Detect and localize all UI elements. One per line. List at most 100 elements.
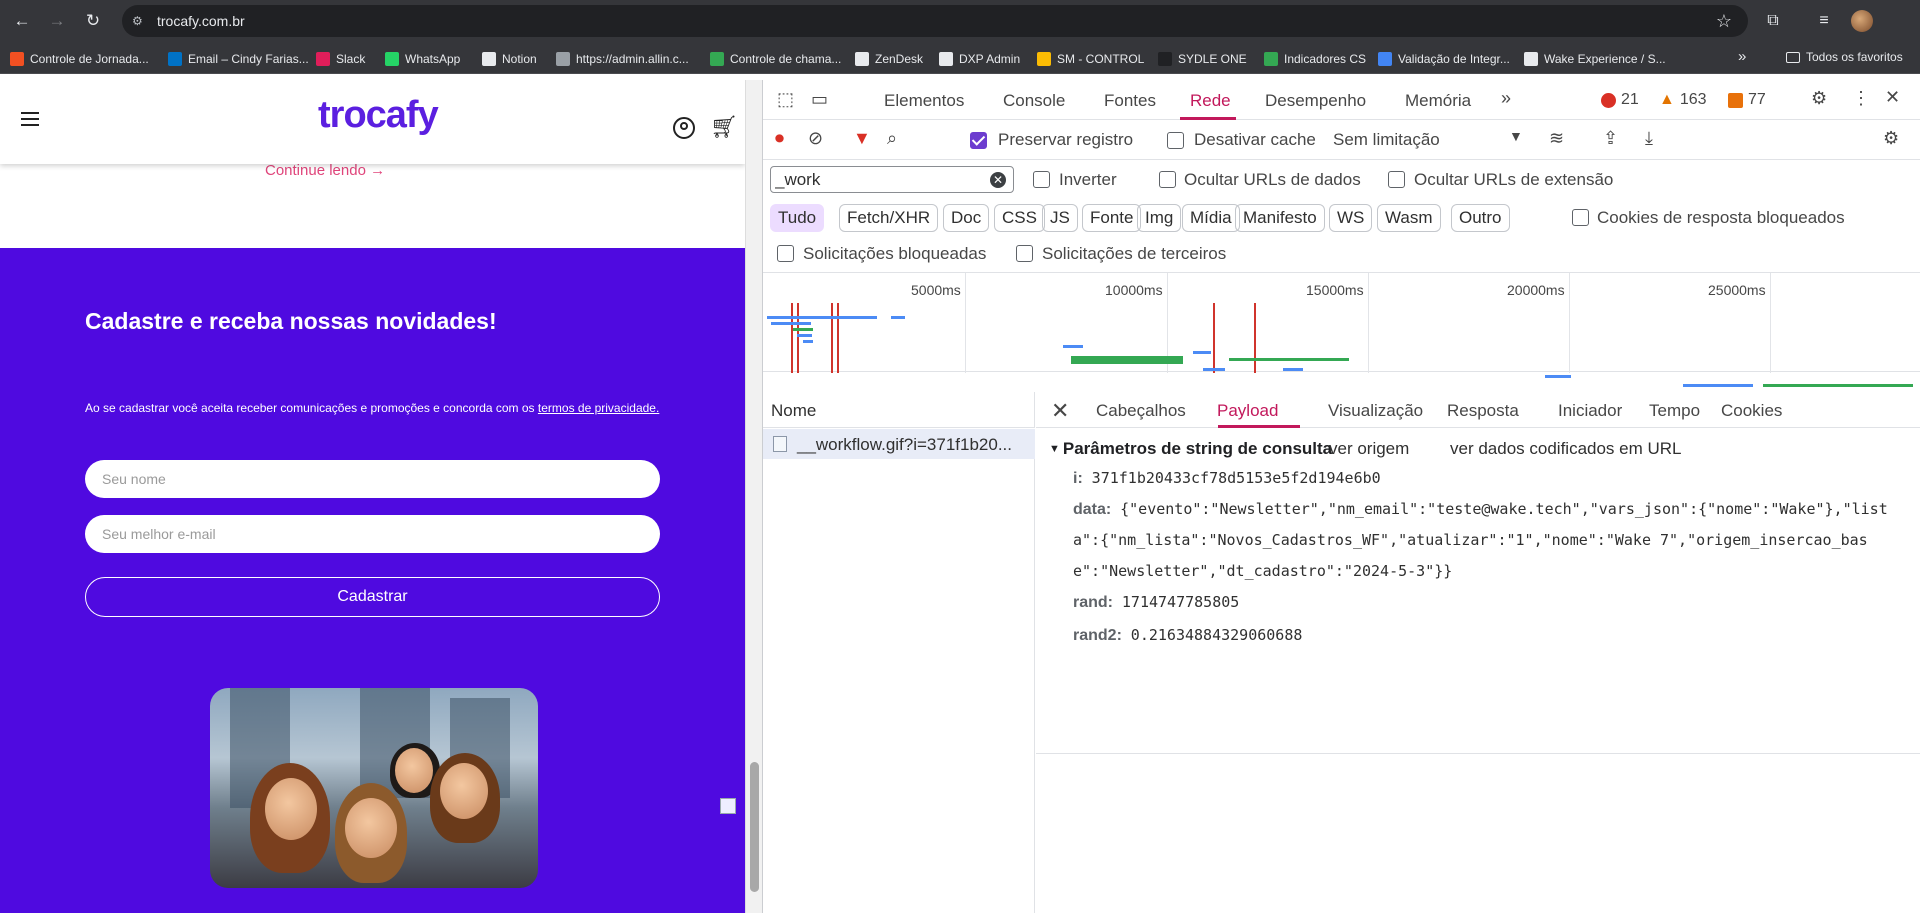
devtools-tab-desempenho[interactable]: Desempenho — [1265, 91, 1366, 111]
import-har-icon[interactable]: ⇪ — [1603, 128, 1618, 149]
bookmark-favicon-icon — [1158, 52, 1172, 66]
more-tabs-icon[interactable]: » — [1501, 88, 1511, 109]
bookmark-item[interactable]: WhatsApp — [385, 50, 460, 68]
errors-count[interactable]: 21 — [1601, 91, 1639, 109]
type-filter-chip[interactable]: Tudo — [770, 204, 825, 232]
detail-tab[interactable]: Resposta — [1447, 401, 1519, 421]
back-icon[interactable]: ← — [12, 11, 32, 31]
type-filter-chip[interactable]: Fetch/XHR — [839, 204, 939, 232]
site-logo[interactable]: trocafy — [318, 94, 439, 137]
bookmarks-overflow-icon[interactable]: » — [1738, 48, 1746, 65]
newsletter-disclaimer: Ao se cadastrar você aceita receber comu… — [85, 401, 659, 415]
type-filter-chip[interactable]: Wasm — [1377, 204, 1441, 232]
type-filter-chip[interactable]: CSS — [994, 204, 1045, 232]
preserve-log-checkbox[interactable] — [970, 132, 987, 149]
site-info-icon[interactable]: ⚙ — [132, 13, 148, 29]
forward-icon[interactable]: → — [47, 11, 67, 31]
hamburger-menu-icon[interactable] — [21, 112, 39, 126]
address-bar[interactable]: ⚙ trocafy.com.br ☆ — [122, 5, 1748, 37]
bookmark-item[interactable]: SM - CONTROL — [1037, 50, 1144, 68]
name-input[interactable] — [85, 460, 660, 498]
param-value: 371f1b20433cf78d5153e5f2d194e6b0 — [1091, 469, 1381, 487]
type-filter-chip[interactable]: Img — [1137, 204, 1182, 232]
bookmark-item[interactable]: Validação de Integr... — [1378, 50, 1510, 68]
disable-cache-checkbox[interactable] — [1167, 132, 1184, 149]
profile-avatar[interactable] — [1851, 10, 1873, 32]
throttling-select[interactable]: Sem limitação — [1333, 130, 1440, 150]
continue-reading-link[interactable]: Continue lendo → — [265, 162, 385, 179]
type-filter-chip[interactable]: Doc — [943, 204, 990, 232]
type-filter-chip[interactable]: Mídia — [1182, 204, 1240, 232]
settings-gear-icon[interactable]: ⚙ — [1811, 88, 1827, 109]
device-toolbar-icon[interactable]: ▭ — [811, 89, 828, 110]
type-filter-chip[interactable]: WS — [1329, 204, 1373, 232]
more-options-icon[interactable]: ⋮ — [1852, 88, 1870, 109]
filter-funnel-icon[interactable]: ▼ — [853, 128, 871, 149]
blocked-requests-checkbox[interactable] — [777, 245, 794, 262]
filter-input[interactable] — [770, 166, 1014, 193]
site-scrollbar[interactable] — [745, 80, 762, 913]
site-scrollbar-thumb[interactable] — [750, 762, 759, 892]
email-input[interactable] — [85, 515, 660, 553]
clear-filter-icon[interactable]: ✕ — [990, 172, 1006, 188]
extensions-icon[interactable]: ⧉ — [1762, 10, 1784, 32]
network-conditions-icon[interactable]: ≋ — [1549, 128, 1564, 149]
network-overview-timeline[interactable]: 5000ms 10000ms 15000ms 20000ms 25000ms — [763, 272, 1920, 387]
bookmark-item[interactable]: Slack — [316, 50, 365, 68]
bookmark-item[interactable]: Controle de Jornada... — [10, 50, 149, 68]
devtools-tab-elementos[interactable]: Elementos — [884, 91, 964, 111]
type-filter-chip[interactable]: Manifesto — [1235, 204, 1325, 232]
export-har-icon[interactable]: ⤓ — [1645, 128, 1653, 149]
devtools-tab-memória[interactable]: Memória — [1405, 91, 1471, 111]
bookmark-item[interactable]: Controle de chama... — [710, 50, 841, 68]
request-list-header[interactable]: Nome — [763, 392, 1035, 428]
query-params-heading[interactable]: Parâmetros de string de consulta — [1049, 439, 1332, 459]
subscribe-button[interactable]: Cadastrar — [85, 577, 660, 617]
record-stop-icon[interactable]: ⏺ — [775, 128, 784, 149]
request-row[interactable]: __workflow.gif?i=371f1b20... — [763, 429, 1035, 459]
type-filter-chip[interactable]: Fonte — [1082, 204, 1142, 232]
type-filter-chip[interactable]: JS — [1042, 204, 1078, 232]
detail-tab[interactable]: Tempo — [1649, 401, 1700, 421]
reload-icon[interactable]: ↻ — [83, 11, 103, 31]
devtools-tab-console[interactable]: Console — [1003, 91, 1065, 111]
blocked-cookies-checkbox[interactable] — [1572, 209, 1589, 226]
view-source-link[interactable]: ver origem — [1329, 439, 1409, 459]
bookmark-item[interactable]: Email – Cindy Farias... — [168, 50, 309, 68]
bookmark-item[interactable]: ZenDesk — [855, 50, 923, 68]
bookmark-item[interactable]: SYDLE ONE — [1158, 50, 1247, 68]
detail-tab[interactable]: Visualização — [1328, 401, 1423, 421]
detail-tab[interactable]: Iniciador — [1558, 401, 1622, 421]
devtools-tab-rede[interactable]: Rede — [1190, 91, 1231, 111]
search-icon[interactable]: ⌕ — [887, 128, 897, 149]
detail-tab[interactable]: Cookies — [1721, 401, 1782, 421]
bookmark-star-icon[interactable]: ☆ — [1716, 11, 1732, 32]
bookmark-item[interactable]: Indicadores CS — [1264, 50, 1366, 68]
third-party-checkbox[interactable] — [1016, 245, 1033, 262]
close-detail-icon[interactable]: ✕ — [1051, 398, 1069, 424]
issues-count[interactable]: 77 — [1728, 91, 1766, 109]
privacy-terms-link[interactable]: termos de privacidade. — [538, 401, 659, 415]
detail-tab[interactable]: Cabeçalhos — [1096, 401, 1186, 421]
bookmark-item[interactable]: DXP Admin — [939, 50, 1020, 68]
media-controls-icon[interactable]: ≡ — [1813, 10, 1835, 32]
network-settings-icon[interactable]: ⚙ — [1883, 128, 1899, 149]
all-bookmarks-folder[interactable]: Todos os favoritos — [1786, 50, 1903, 64]
clear-log-icon[interactable]: ⊘ — [808, 128, 823, 149]
warnings-count[interactable]: ▲ 163 — [1659, 91, 1707, 109]
close-devtools-icon[interactable]: ✕ — [1885, 87, 1900, 108]
detail-tab[interactable]: Payload — [1217, 401, 1278, 421]
hide-extension-urls-checkbox[interactable] — [1388, 171, 1405, 188]
inspect-element-icon[interactable]: ⬚ — [777, 89, 794, 110]
invert-checkbox[interactable] — [1033, 171, 1050, 188]
type-filter-chip[interactable]: Outro — [1451, 204, 1510, 232]
cart-icon[interactable]: 🛒︎ — [710, 114, 738, 140]
devtools-tab-fontes[interactable]: Fontes — [1104, 91, 1156, 111]
view-url-encoded-link[interactable]: ver dados codificados em URL — [1450, 439, 1682, 459]
bookmark-item[interactable]: Wake Experience / S... — [1524, 50, 1666, 68]
account-icon[interactable] — [673, 117, 695, 139]
chevron-down-icon[interactable]: ▼ — [1509, 128, 1523, 144]
bookmark-item[interactable]: https://admin.allin.c... — [556, 50, 689, 68]
hide-data-urls-checkbox[interactable] — [1159, 171, 1176, 188]
bookmark-item[interactable]: Notion — [482, 50, 537, 68]
